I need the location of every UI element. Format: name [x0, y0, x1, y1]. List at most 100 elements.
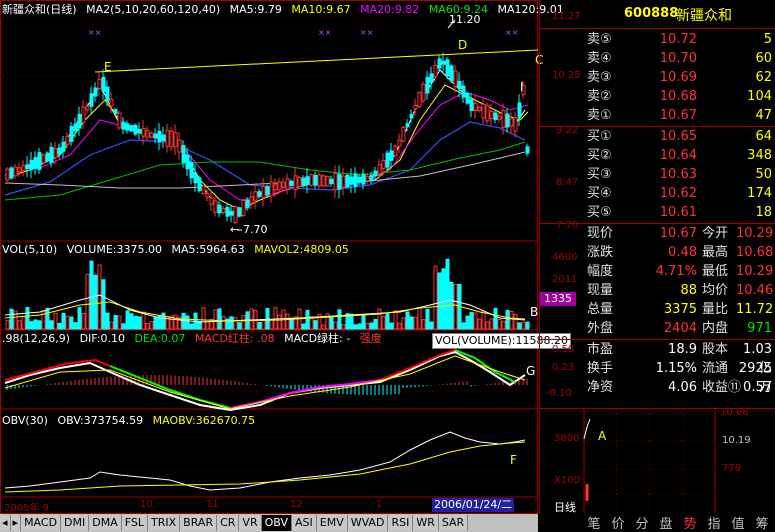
tab-emv[interactable]: EMV [316, 515, 348, 531]
stat-row-label: 幅度 [587, 264, 614, 279]
nav-指[interactable]: 指 [702, 513, 726, 532]
buy-volume: 348 [747, 148, 772, 163]
vol-mavol2: MAVOL2:4809.05 [254, 243, 349, 256]
macd-dea: DEA:0.07 [134, 332, 186, 345]
candle-body [313, 174, 318, 186]
buy-row[interactable]: 买③ 10.63 50 [540, 165, 775, 184]
candle-body [365, 175, 370, 182]
sell-row[interactable]: 卖② 10.68 104 [540, 87, 775, 106]
volume-bar [429, 321, 434, 330]
candle-body [401, 126, 406, 142]
candle-body [229, 210, 234, 216]
tab-brar[interactable]: BRAR [180, 515, 218, 531]
tab-dma[interactable]: DMA [89, 515, 122, 531]
volume-bar [421, 319, 426, 330]
stock-code: 600888 [624, 6, 679, 21]
candle-body [209, 197, 214, 205]
sell-row[interactable]: 卖⑤ 10.72 5 [540, 30, 775, 49]
candle-body [57, 147, 62, 155]
volume-bar [89, 260, 94, 330]
date-cursor-tag: 2006/01/24/二 [432, 498, 515, 512]
tab-dmi[interactable]: DMI [61, 515, 90, 531]
tab-sar[interactable]: SAR [438, 515, 469, 531]
volume-bar [109, 321, 114, 330]
sell-row[interactable]: 卖④ 10.70 60 [540, 49, 775, 68]
volume-header: VOL(5,10) VOLUME:3375.00 MA5:5964.63 MAV… [2, 243, 355, 257]
sell-row[interactable]: 卖① 10.67 47 [540, 106, 775, 125]
candle-body [193, 172, 198, 184]
tab-rsi[interactable]: RSI [388, 515, 414, 531]
candle-body [225, 207, 230, 217]
tab-wvad[interactable]: WVAD [347, 515, 389, 531]
candle-body [257, 191, 262, 197]
obv-value: OBV:373754.59 [57, 414, 144, 427]
candle-body [325, 175, 330, 187]
buy-row[interactable]: 买② 10.64 348 [540, 146, 775, 165]
candle-body [269, 181, 274, 197]
nav-分[interactable]: 分 [630, 513, 654, 532]
buy-row[interactable]: 买⑤ 10.61 18 [540, 203, 775, 222]
tab-asi[interactable]: ASI [292, 515, 317, 531]
tab-fsl[interactable]: FSL [121, 515, 149, 531]
sell-price: 10.67 [659, 108, 697, 123]
tab-macd[interactable]: MACD [21, 515, 62, 531]
high-price-label: 11.20 [449, 13, 481, 26]
tab-cr[interactable]: CR [217, 515, 240, 531]
fund-row-label: 市盈 [587, 342, 614, 357]
buy-label: 买① [587, 129, 612, 144]
volume-bar [197, 320, 202, 330]
obv-label: OBV(30) [2, 414, 48, 427]
candle-body [93, 87, 98, 97]
candle-body [141, 127, 146, 137]
candle-body [169, 130, 174, 148]
volume-bar [405, 311, 410, 330]
low-price-label: 7.70 [243, 223, 268, 236]
tab-vr[interactable]: VR [239, 515, 262, 531]
candle-body [509, 118, 514, 127]
tab-obv[interactable]: OBV [261, 515, 292, 531]
tab-scroll-right[interactable]: ▸ [10, 515, 22, 531]
candle-body [489, 110, 494, 120]
nav-价[interactable]: 价 [606, 513, 630, 532]
mini-chart-canvas [583, 409, 716, 513]
candle-body [445, 59, 450, 77]
nav-筹[interactable]: 筹 [750, 513, 774, 532]
tab-wr[interactable]: WR [413, 515, 439, 531]
nav-笔[interactable]: 笔 [582, 513, 606, 532]
quote-header: 600888 新疆众和 [540, 0, 775, 29]
nav-盘[interactable]: 盘 [654, 513, 678, 532]
buy-row[interactable]: 买① 10.65 64 [540, 127, 775, 146]
sell-row[interactable]: 卖③ 10.69 62 [540, 68, 775, 87]
buy-volume: 174 [747, 186, 772, 201]
candle-body [285, 178, 290, 190]
macd-dif: DIF:0.10 [79, 332, 125, 345]
annotation-f: F [510, 453, 517, 467]
volume-bar [5, 320, 10, 330]
volume-bar [353, 324, 358, 330]
tab-trix[interactable]: TRIX [148, 515, 181, 531]
candle-body [437, 58, 442, 69]
candle-body [405, 123, 410, 128]
date-tick: 2005年 9 [4, 503, 49, 514]
candle-body [277, 181, 282, 191]
buy-row[interactable]: 买④ 10.62 174 [540, 184, 775, 203]
volume-bar [517, 322, 522, 330]
candle-body [45, 152, 50, 162]
chart-area[interactable]: ×× ×× ×× ×× 新疆众和(日线) MA2(5,10,20,60,120,… [0, 0, 571, 514]
mini-chart[interactable]: A 10.68 10.19 3800 779 X100 [540, 407, 775, 513]
stat-row-label2: 内盘 [702, 321, 729, 336]
macd-params: .98(12,26,9) [2, 332, 71, 345]
candle-body [205, 193, 210, 198]
candle-body [485, 104, 490, 122]
tab-scroll-left[interactable]: ◂ [0, 515, 11, 531]
vol-label: VOL(5,10) [2, 243, 58, 256]
stat-row-value: 2404 [663, 321, 697, 336]
nav-值[interactable]: 值 [726, 513, 750, 532]
candle-body [505, 113, 510, 128]
candle-body [65, 136, 70, 145]
volume-bar [473, 312, 478, 330]
fund-row-value: 18.9 [668, 342, 697, 357]
volume-bar [321, 324, 326, 330]
nav-势[interactable]: 势 [678, 513, 702, 532]
candle-body [297, 176, 302, 188]
